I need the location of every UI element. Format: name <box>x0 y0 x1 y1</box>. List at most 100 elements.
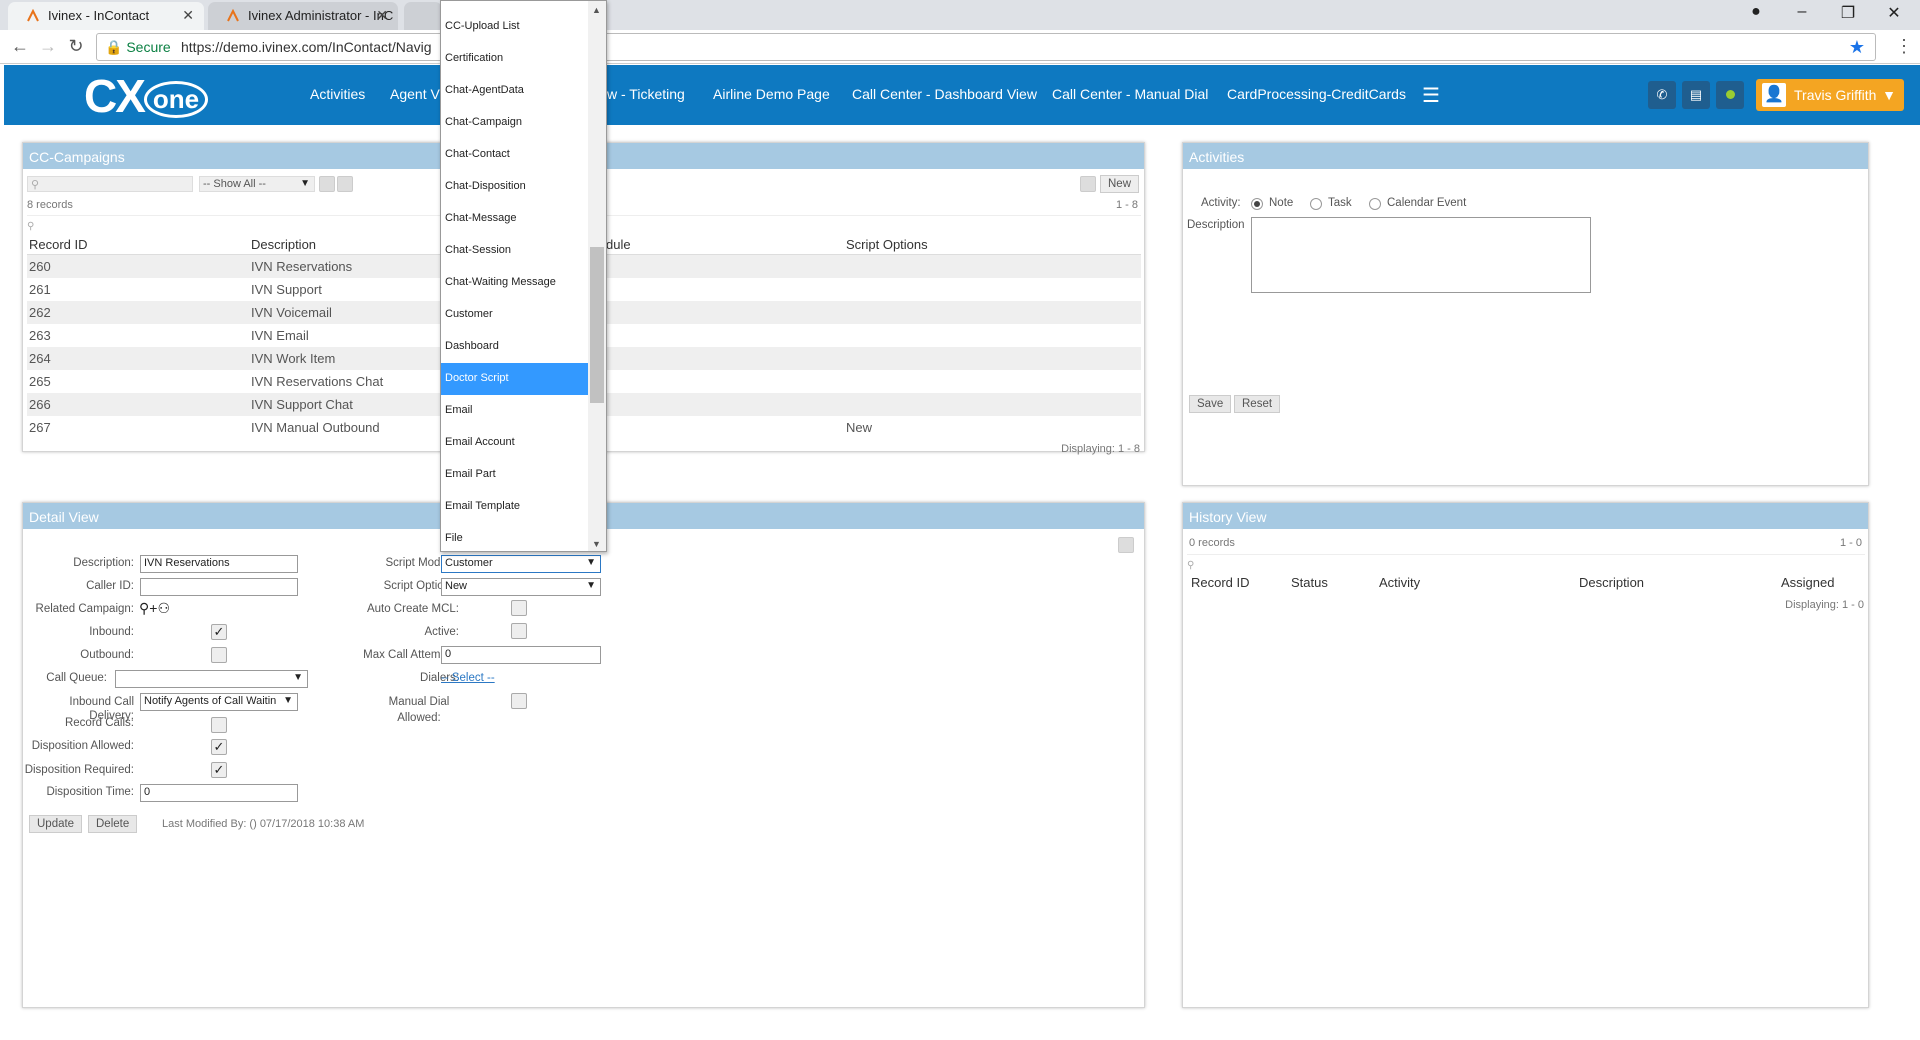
browser-menu-icon[interactable]: ⋮ <box>1892 36 1916 57</box>
dropdown-option[interactable]: Chat-Disposition <box>441 171 588 203</box>
close-tab-icon[interactable]: ✕ <box>376 7 388 24</box>
dropdown-option[interactable]: Email Part <box>441 459 588 491</box>
browser-tab-bar: Ivinex - InContact ✕ Ivinex Administrato… <box>0 0 1920 30</box>
column-header[interactable]: dule <box>606 237 631 252</box>
column-header[interactable]: Assigned <box>1781 575 1834 590</box>
column-header[interactable]: Script Options <box>846 237 928 252</box>
active-label: Active: <box>424 626 459 638</box>
hamburger-menu-icon[interactable]: ☰ <box>1422 83 1440 108</box>
dropdown-option[interactable]: Chat-AgentData <box>441 75 588 107</box>
new-tab-button[interactable] <box>404 2 442 30</box>
restore-icon[interactable]: ❐ <box>1828 3 1868 23</box>
column-header[interactable]: Status <box>1291 575 1328 590</box>
organization-icon[interactable]: ⚇ <box>157 600 170 616</box>
column-header[interactable]: Record ID <box>1191 575 1250 590</box>
dropdown-option[interactable]: Certification <box>441 43 588 75</box>
profile-icon[interactable]: ● <box>1736 3 1776 21</box>
dropdown-option-selected[interactable]: Doctor Script <box>441 363 588 395</box>
disposition-allowed-checkbox[interactable]: ✓ <box>211 739 227 755</box>
column-header[interactable]: Description <box>1579 575 1644 590</box>
outbound-checkbox[interactable] <box>211 647 227 663</box>
inbound-call-delivery-select[interactable]: Notify Agents of Call Waitin ▼ <box>140 693 298 711</box>
description-textarea[interactable] <box>1251 217 1591 293</box>
column-filter-row[interactable]: ⚲ <box>1187 554 1865 571</box>
url-input[interactable]: 🔒 Secure https://demo.ivinex.com/InConta… <box>96 33 1876 61</box>
dropdown-option[interactable]: Email Account <box>441 427 588 459</box>
phone-icon[interactable]: ✆ <box>1648 81 1676 109</box>
disposition-time-field[interactable]: 0 <box>140 784 298 802</box>
dropdown-option[interactable]: CC-Upload List <box>441 11 588 43</box>
scroll-up-icon[interactable]: ▲ <box>592 5 601 15</box>
dropdown-scrollbar[interactable]: ▲ ▼ <box>588 1 606 551</box>
dialers-select-link[interactable]: -- Select -- <box>441 672 495 684</box>
update-button[interactable]: Update <box>29 815 83 833</box>
save-button[interactable]: Save <box>1189 395 1232 413</box>
dropdown-option[interactable]: Email <box>441 395 588 427</box>
dropdown-option[interactable]: File <box>441 523 588 551</box>
dropdown-option[interactable]: Customer <box>441 299 588 331</box>
nav-ticketing[interactable]: w - Ticketing <box>607 86 685 102</box>
filter-select[interactable]: -- Show All -- ▼ <box>199 176 315 192</box>
auto-create-mcl-label: Auto Create MCL: <box>366 603 459 615</box>
disposition-required-checkbox[interactable]: ✓ <box>211 762 227 778</box>
script-module-select[interactable]: Customer ▼ <box>441 555 601 573</box>
close-window-icon[interactable]: ✕ <box>1874 3 1914 23</box>
cxone-logo[interactable]: CX one <box>84 69 209 123</box>
nav-airline-demo[interactable]: Airline Demo Page <box>713 86 830 102</box>
add-icon[interactable] <box>337 176 353 192</box>
call-queue-select[interactable]: ▼ <box>115 670 308 688</box>
browser-tab-ivinex-administrator[interactable]: Ivinex Administrator - InC ✕ <box>208 2 398 30</box>
dropdown-option[interactable]: Chat-Campaign <box>441 107 588 139</box>
user-menu-button[interactable]: 👤 Travis Griffith ▼ <box>1756 79 1904 111</box>
nav-manual-dial[interactable]: Call Center - Manual Dial <box>1052 86 1208 102</box>
nav-dashboard-view[interactable]: Call Center - Dashboard View <box>852 86 1037 102</box>
column-header[interactable]: Record ID <box>29 237 88 252</box>
record-calls-checkbox[interactable] <box>211 717 227 733</box>
lookup-icons[interactable]: ⚲+⚇ <box>139 600 170 617</box>
auto-create-mcl-checkbox[interactable] <box>511 600 527 616</box>
reset-button[interactable]: Reset <box>1234 395 1281 413</box>
status-indicator-icon[interactable] <box>1716 81 1744 109</box>
delete-button[interactable]: Delete <box>88 815 138 833</box>
bookmark-star-icon[interactable]: ★ <box>1849 37 1865 58</box>
forward-arrow-icon[interactable]: → <box>36 36 60 57</box>
column-header[interactable]: Description <box>251 237 316 252</box>
browser-tab-ivinex-incontact[interactable]: Ivinex - InContact ✕ <box>8 2 204 30</box>
caller-id-field[interactable] <box>140 578 298 596</box>
column-header[interactable]: Activity <box>1379 575 1420 590</box>
description-field[interactable]: IVN Reservations <box>140 555 298 573</box>
search-icon[interactable]: ⚲ <box>139 600 149 616</box>
minimize-icon[interactable]: – <box>1782 3 1822 21</box>
max-call-attempts-field[interactable]: 0 <box>441 646 601 664</box>
filter-value: -- Show All -- <box>203 178 266 190</box>
manual-dial-allowed-checkbox[interactable] <box>511 693 527 709</box>
dropdown-option[interactable]: Dashboard <box>441 331 588 363</box>
dropdown-option[interactable]: Email Template <box>441 491 588 523</box>
task-radio[interactable] <box>1310 198 1322 210</box>
script-options-select[interactable]: New ▼ <box>441 578 601 596</box>
calendar-event-radio[interactable] <box>1369 198 1381 210</box>
note-radio[interactable] <box>1251 198 1263 210</box>
back-arrow-icon[interactable]: ← <box>8 36 32 57</box>
chat-icon[interactable]: ▤ <box>1682 81 1710 109</box>
reload-icon[interactable]: ↻ <box>64 36 88 57</box>
close-tab-icon[interactable]: ✕ <box>182 7 194 24</box>
dropdown-option[interactable]: Chat-Session <box>441 235 588 267</box>
dropdown-option[interactable]: Chat-Contact <box>441 139 588 171</box>
ivinex-favicon-icon <box>227 9 239 22</box>
wrench-icon[interactable] <box>1118 537 1134 553</box>
refresh-icon[interactable] <box>319 176 335 192</box>
nav-card-processing[interactable]: CardProcessing-CreditCards <box>1227 86 1406 102</box>
nav-activities[interactable]: Activities <box>310 86 365 102</box>
inbound-checkbox[interactable]: ✓ <box>211 624 227 640</box>
search-input[interactable]: ⚲ <box>27 176 193 192</box>
nav-agent-view[interactable]: Agent V <box>390 86 440 102</box>
scroll-down-icon[interactable]: ▼ <box>592 539 601 549</box>
new-button[interactable]: New <box>1100 175 1140 193</box>
scrollbar-thumb[interactable] <box>590 247 604 403</box>
script-module-dropdown[interactable]: CC-Upload List Certification Chat-AgentD… <box>440 0 607 552</box>
active-checkbox[interactable] <box>511 623 527 639</box>
dropdown-option[interactable]: Chat-Message <box>441 203 588 235</box>
dropdown-option[interactable]: Chat-Waiting Message <box>441 267 588 299</box>
wrench-icon[interactable] <box>1080 176 1096 192</box>
